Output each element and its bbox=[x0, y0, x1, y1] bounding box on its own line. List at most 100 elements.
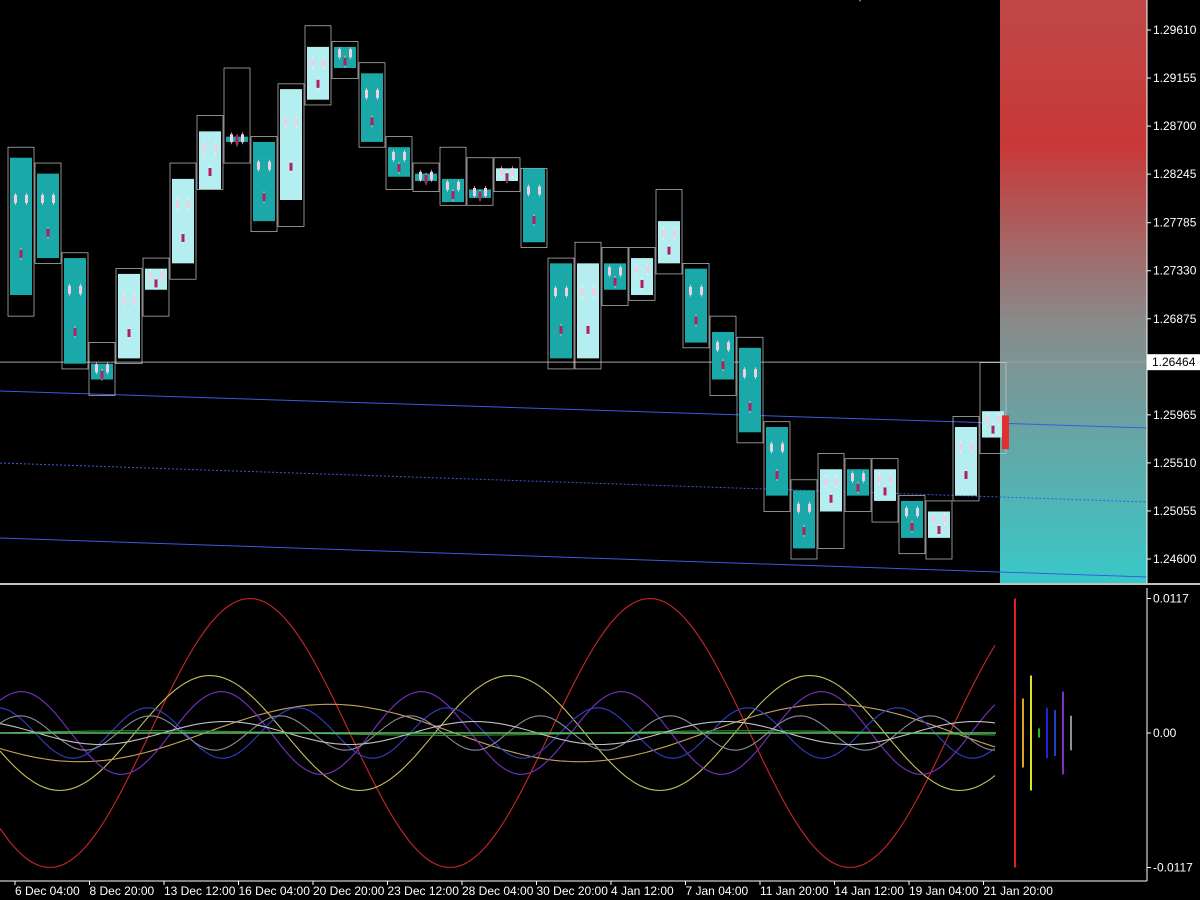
inner-candle bbox=[14, 194, 17, 203]
inner-candle bbox=[797, 503, 800, 512]
candle-group bbox=[61, 252, 89, 370]
inner-candle bbox=[883, 487, 887, 496]
inner-candle bbox=[851, 473, 854, 482]
inner-candle bbox=[727, 342, 730, 351]
candle-body bbox=[658, 221, 680, 264]
inner-candle bbox=[343, 57, 347, 66]
inner-candle bbox=[640, 279, 644, 288]
candle-body bbox=[523, 168, 545, 243]
inner-candle bbox=[457, 181, 460, 190]
inner-candle bbox=[505, 173, 509, 182]
candle-body bbox=[577, 263, 599, 359]
inner-candle bbox=[662, 229, 665, 238]
inner-candle bbox=[100, 370, 104, 379]
inner-candle bbox=[743, 369, 746, 378]
inner-candle bbox=[473, 187, 476, 196]
inner-candle bbox=[905, 508, 908, 517]
inner-candle bbox=[262, 193, 266, 202]
candle-group bbox=[628, 247, 656, 301]
candle-body bbox=[118, 273, 140, 359]
inner-candle bbox=[527, 186, 530, 195]
inner-candle bbox=[586, 325, 590, 334]
inner-candle bbox=[203, 144, 206, 153]
inner-candle bbox=[241, 134, 244, 143]
candle-group bbox=[304, 25, 332, 106]
candle-group bbox=[7, 146, 35, 317]
inner-candle bbox=[856, 483, 860, 492]
inner-candle bbox=[700, 286, 703, 295]
inner-candle bbox=[754, 369, 757, 378]
candle-body bbox=[37, 173, 59, 259]
probability-zone bbox=[1000, 0, 1147, 583]
candle-group bbox=[223, 67, 251, 164]
candle-body bbox=[253, 141, 275, 222]
candle-group bbox=[952, 416, 980, 502]
candle-group bbox=[358, 62, 386, 148]
inner-candle bbox=[46, 228, 50, 237]
inner-candle bbox=[635, 265, 638, 274]
candle-group bbox=[493, 157, 521, 192]
candle-group bbox=[871, 458, 899, 523]
inner-candle bbox=[862, 473, 865, 482]
inner-candle bbox=[770, 443, 773, 452]
candle-body bbox=[820, 469, 842, 512]
inner-candle bbox=[268, 161, 271, 170]
inner-candle bbox=[392, 152, 395, 161]
price-tick-label: 1.29610 bbox=[1153, 23, 1197, 37]
price-tick-label: 1.25055 bbox=[1153, 504, 1197, 518]
inner-candle bbox=[95, 364, 98, 373]
price-tick-label: 1.24600 bbox=[1153, 552, 1197, 566]
time-tick-label: 21 Jan 20:00 bbox=[984, 884, 1054, 898]
inner-candle bbox=[154, 279, 158, 288]
time-tick-label: 11 Jan 20:00 bbox=[760, 884, 829, 898]
candle-body bbox=[739, 347, 761, 433]
candle-group bbox=[682, 263, 710, 349]
inner-candle bbox=[592, 287, 595, 296]
candle-group bbox=[898, 495, 926, 555]
inner-candle bbox=[149, 270, 152, 279]
inner-candle bbox=[176, 200, 179, 209]
inner-candle bbox=[667, 246, 671, 255]
inner-candle bbox=[959, 443, 962, 452]
inner-candle bbox=[565, 287, 568, 296]
candle-body bbox=[955, 427, 977, 496]
inner-candle bbox=[52, 194, 55, 203]
inner-candle bbox=[937, 525, 941, 534]
chart-shift-marker-icon bbox=[856, 0, 864, 2]
inner-candle bbox=[538, 186, 541, 195]
inner-candle bbox=[554, 287, 557, 296]
inner-candle bbox=[781, 443, 784, 452]
candle-group bbox=[817, 453, 845, 549]
inner-candle bbox=[721, 361, 725, 370]
inner-candle bbox=[289, 162, 293, 171]
channel-upper-line bbox=[0, 390, 1148, 429]
price-tick-label: 1.26875 bbox=[1153, 312, 1197, 326]
candle-group bbox=[547, 257, 575, 370]
inner-candle bbox=[511, 168, 514, 177]
inner-candle bbox=[349, 49, 352, 58]
inner-candle bbox=[991, 425, 995, 434]
osc-tick-label: 0.0117 bbox=[1153, 592, 1189, 606]
time-tick-label: 16 Dec 04:00 bbox=[239, 884, 311, 898]
time-tick-label: 19 Jan 04:00 bbox=[909, 884, 979, 898]
candle-group bbox=[196, 115, 224, 190]
candle-group bbox=[844, 458, 872, 512]
inner-candle bbox=[214, 144, 217, 153]
price-tick-label: 1.25510 bbox=[1153, 456, 1197, 470]
candle-group bbox=[439, 146, 467, 206]
inner-candle bbox=[559, 325, 563, 334]
inner-candle bbox=[370, 117, 374, 126]
inner-candle bbox=[484, 187, 487, 196]
inner-candle bbox=[986, 415, 989, 424]
time-tick-label: 23 Dec 12:00 bbox=[388, 884, 460, 898]
inner-candle bbox=[997, 415, 1000, 424]
candle-group bbox=[331, 41, 359, 79]
inner-candle bbox=[376, 89, 379, 98]
inner-candle bbox=[19, 249, 23, 258]
candle-body bbox=[766, 427, 788, 496]
inner-candle bbox=[835, 477, 838, 486]
candle-range-box bbox=[223, 67, 251, 164]
inner-candle bbox=[41, 194, 44, 203]
candle-group bbox=[790, 479, 818, 560]
inner-candle bbox=[802, 527, 806, 536]
